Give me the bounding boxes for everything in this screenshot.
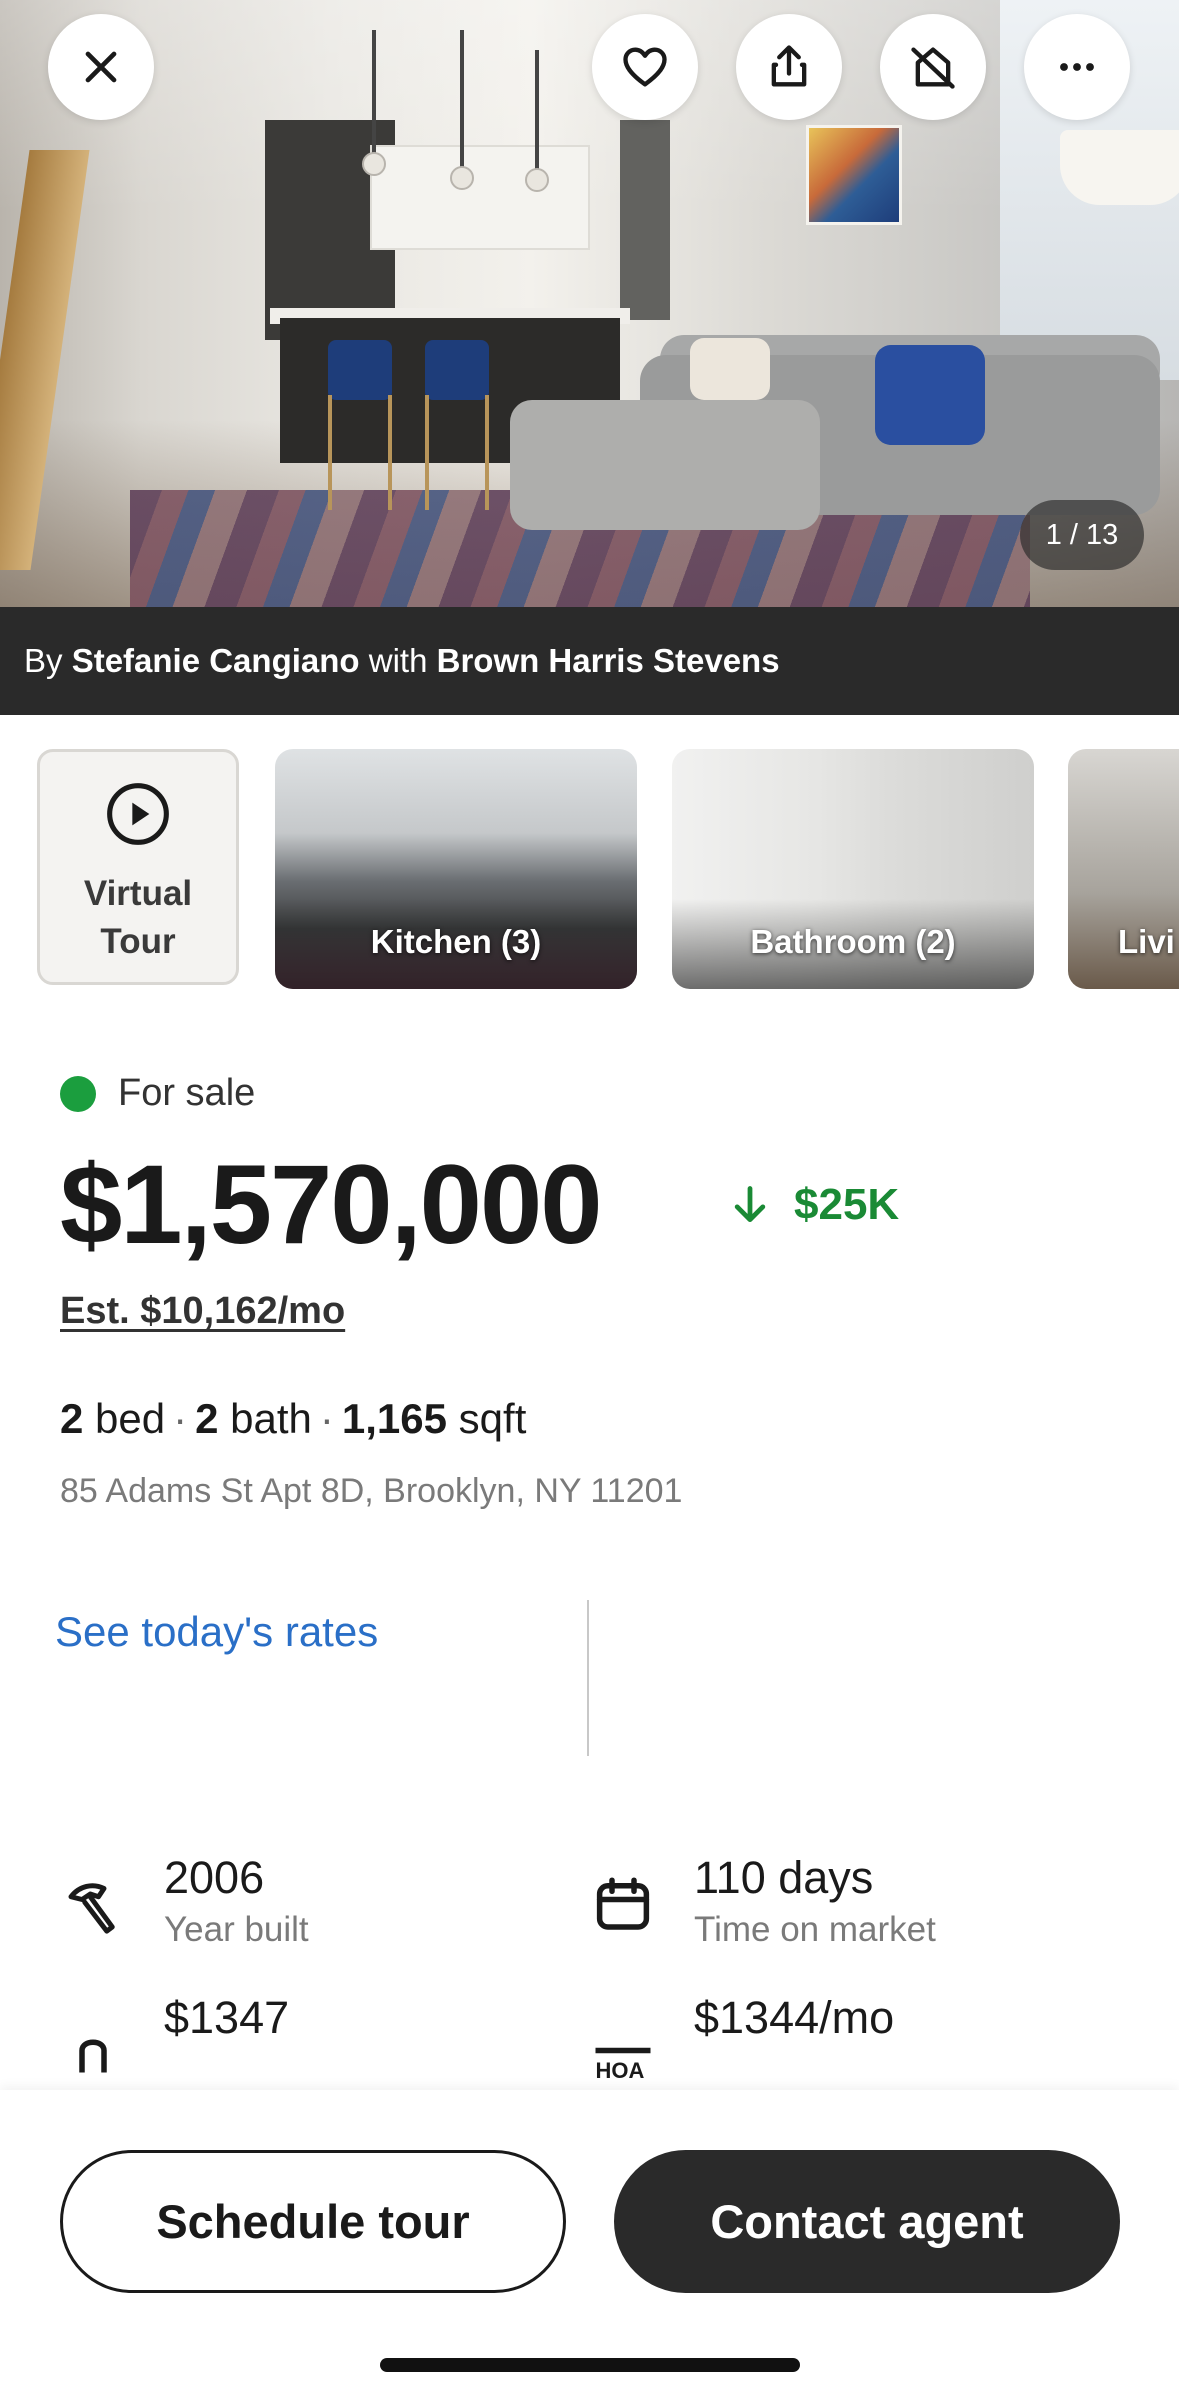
brokerage-name: Brown Harris Stevens <box>436 642 780 679</box>
fact-year-built: 2006 Year built <box>60 1850 309 1954</box>
hammer-icon <box>68 1883 115 1934</box>
photo-detail <box>525 168 549 192</box>
arrow-down-icon <box>734 1186 766 1223</box>
save-button[interactable] <box>592 14 698 120</box>
photo-category-strip[interactable]: Virtual Tour Kitchen (3) Bathroom (2) Li… <box>0 745 1179 990</box>
photo-detail <box>510 400 820 530</box>
attribution-mid: with <box>368 642 428 679</box>
home-indicator[interactable] <box>380 2358 800 2372</box>
close-icon <box>85 51 117 83</box>
photo-detail <box>620 120 670 320</box>
divider <box>587 1600 589 1756</box>
photo-detail <box>370 145 590 250</box>
share-button[interactable] <box>736 14 842 120</box>
action-bar: Schedule tour Contact agent <box>0 2090 1179 2396</box>
separator: · <box>173 1395 188 1442</box>
photo-detail <box>328 340 392 400</box>
sqft-label: sqft <box>458 1395 527 1442</box>
facts-row-partial: $1347 HOA $1344/mo <box>0 1990 1179 2090</box>
status-dot <box>60 1075 96 1112</box>
photo-counter: 1 / 13 <box>1020 500 1144 570</box>
close-button[interactable] <box>48 14 154 120</box>
living-photos-tile[interactable]: Livi <box>1068 749 1179 989</box>
price-drop: $25K <box>728 1180 899 1230</box>
hide-icon <box>911 47 955 89</box>
see-rates-link[interactable]: See today's rates <box>55 1608 378 1656</box>
beds-count: 2 <box>60 1395 84 1442</box>
fact-label: Time on market <box>694 1910 936 1949</box>
listing-price: $1,570,000 <box>60 1142 603 1267</box>
hero-photo[interactable]: 1 / 13 <box>0 0 1179 607</box>
hide-listing-button[interactable] <box>880 14 986 120</box>
hoa-icon: HOA <box>595 2047 651 2078</box>
status-text: For sale <box>118 1072 256 1114</box>
attribution-prefix: By <box>24 642 63 679</box>
photo-detail <box>328 395 392 510</box>
property-specs: 2 bed · 2 bath · 1,165 sqft <box>60 1395 526 1443</box>
separator: · <box>319 1395 334 1442</box>
more-icon <box>1060 63 1094 71</box>
fact-label: Year built <box>164 1910 309 1949</box>
bathroom-tile-label: Bathroom (2) <box>750 923 956 960</box>
photo-detail <box>425 340 489 400</box>
virtual-tour-label: Virtual Tour <box>84 870 192 966</box>
agent-name: Stefanie Cangiano <box>71 642 360 679</box>
photo-detail <box>1060 130 1179 205</box>
fact-value: $1347 <box>164 1992 290 2043</box>
photo-detail <box>425 395 489 510</box>
monthly-estimate-link[interactable]: Est. $10,162/mo <box>60 1290 345 1333</box>
price-drop-amount: $25K <box>794 1180 900 1229</box>
more-options-button[interactable] <box>1024 14 1130 120</box>
listing-attribution: By Stefanie Cangiano with Brown Harris S… <box>0 607 1179 715</box>
photo-detail <box>362 152 386 176</box>
photo-detail <box>460 30 464 170</box>
photo-detail <box>806 125 902 225</box>
fact-hoa: HOA $1344/mo <box>590 1990 894 2078</box>
schedule-tour-button[interactable]: Schedule tour <box>60 2150 566 2293</box>
virtual-tour-label-line1: Virtual <box>83 874 193 913</box>
fact-time-on-market: 110 days Time on market <box>590 1850 936 1954</box>
virtual-tour-label-line2: Tour <box>100 922 176 961</box>
baths-count: 2 <box>195 1395 219 1442</box>
fact-property-tax: $1347 <box>60 1990 289 2078</box>
sqft-count: 1,165 <box>341 1395 447 1442</box>
photo-detail <box>535 50 539 170</box>
svg-text:HOA: HOA <box>596 2058 645 2078</box>
bathroom-photos-tile[interactable]: Bathroom (2) <box>672 749 1034 989</box>
kitchen-photos-tile[interactable]: Kitchen (3) <box>275 749 637 989</box>
photo-detail <box>875 345 985 445</box>
photo-detail <box>450 166 474 190</box>
virtual-tour-tile[interactable]: Virtual Tour <box>37 749 239 985</box>
kitchen-tile-label: Kitchen (3) <box>370 923 542 960</box>
fact-value: $1344/mo <box>694 1992 895 2043</box>
fact-value: 110 days <box>694 1852 874 1903</box>
calendar-icon <box>596 1877 650 1930</box>
beds-label: bed <box>95 1395 166 1442</box>
heart-icon <box>623 47 667 87</box>
baths-label: bath <box>230 1395 312 1442</box>
listing-address: 85 Adams St Apt 8D, Brooklyn, NY 11201 <box>60 1472 683 1510</box>
listing-status: For sale <box>60 1072 255 1115</box>
photo-detail <box>372 30 376 155</box>
fact-value: 2006 <box>164 1852 265 1903</box>
tax-icon <box>79 2039 107 2073</box>
contact-agent-button[interactable]: Contact agent <box>614 2150 1120 2293</box>
living-tile-label: Livi <box>1118 923 1175 960</box>
play-icon <box>107 783 169 845</box>
photo-detail <box>690 338 770 400</box>
share-icon <box>771 45 807 87</box>
